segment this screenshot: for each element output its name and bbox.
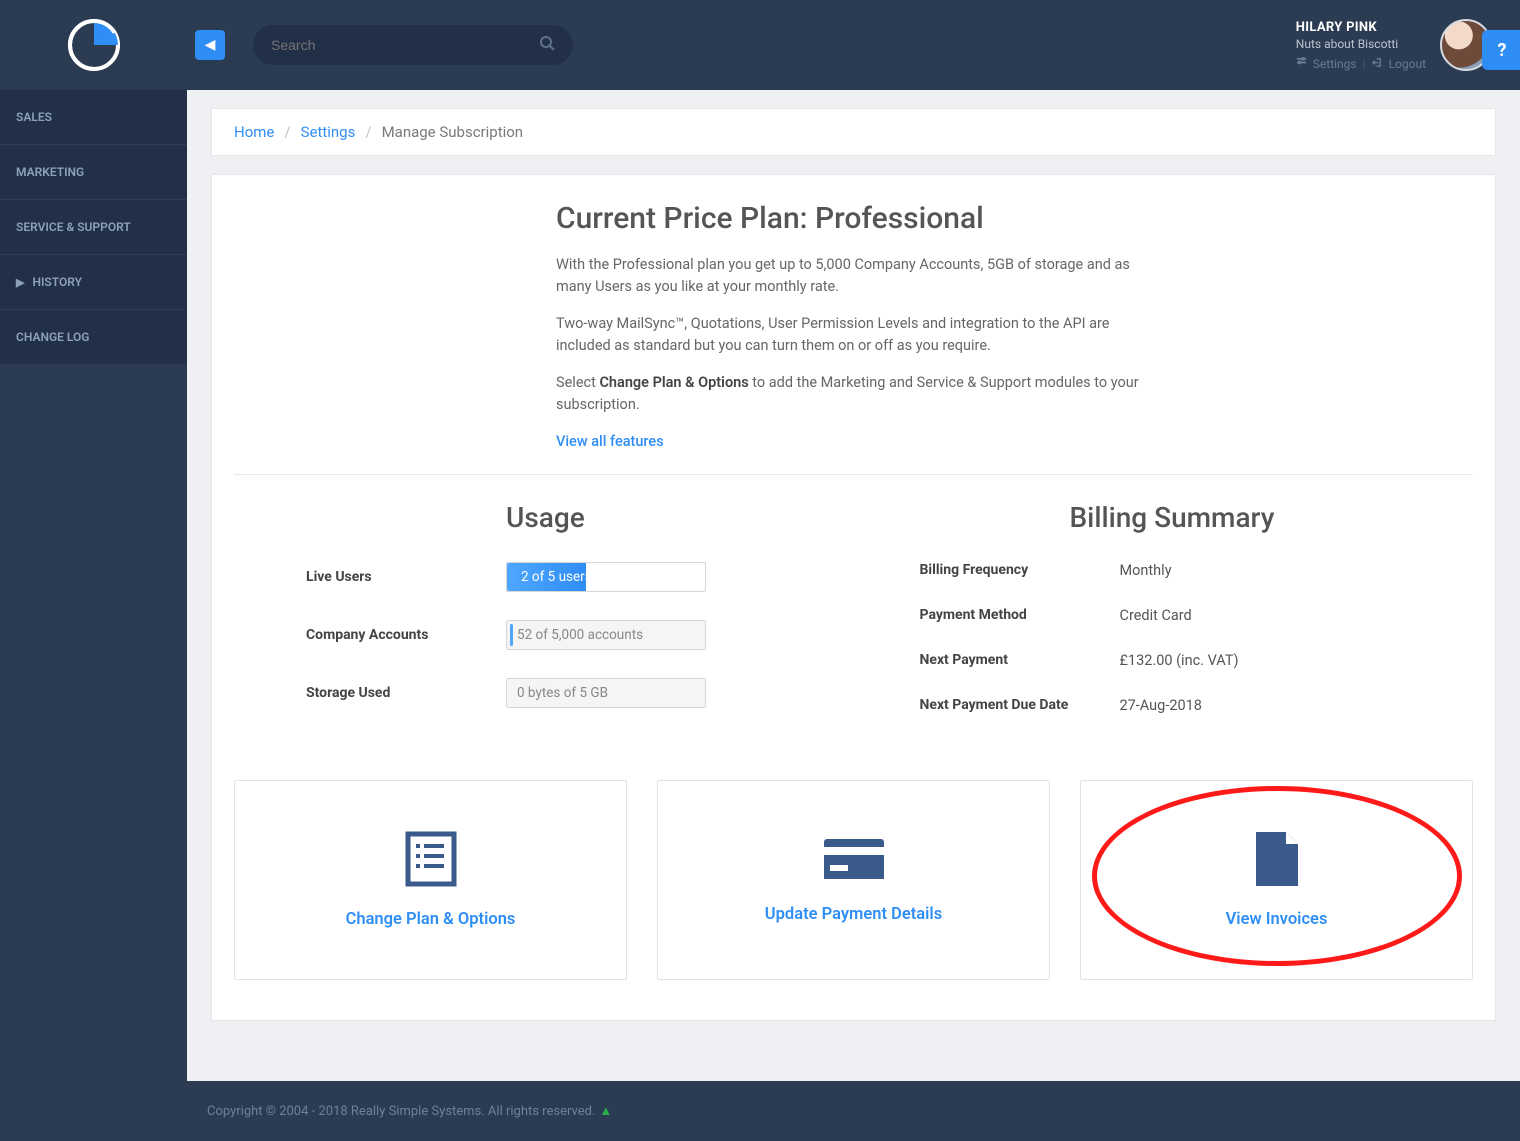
change-plan-card[interactable]: Change Plan & Options <box>234 780 627 980</box>
accounts-meter: 52 of 5,000 accounts <box>506 620 706 650</box>
payment-method-value: Credit Card <box>1120 607 1192 624</box>
nav-sales[interactable]: SALES <box>0 90 187 145</box>
topbar: ◀ HILARY PINK Nuts about Biscotti Settin… <box>187 0 1520 90</box>
chevron-left-icon: ◀ <box>205 37 216 53</box>
plan-desc-2: Two-way MailSync™, Quotations, User Perm… <box>556 313 1166 358</box>
help-icon: ? <box>1498 40 1507 61</box>
accounts-text: 52 of 5,000 accounts <box>517 627 643 643</box>
settings-link[interactable]: Settings <box>1313 57 1357 71</box>
app-logo-icon <box>66 17 122 73</box>
credit-card-icon <box>822 835 886 887</box>
billing-frequency-label: Billing Frequency <box>920 562 1120 578</box>
accounts-label: Company Accounts <box>306 627 506 643</box>
user-block: HILARY PINK Nuts about Biscotti Settings… <box>1296 19 1492 71</box>
view-all-features-link[interactable]: View all features <box>556 433 664 450</box>
document-icon <box>1252 830 1302 892</box>
storage-text: 0 bytes of 5 GB <box>517 685 608 701</box>
update-payment-card[interactable]: Update Payment Details <box>657 780 1050 980</box>
view-invoices-label: View Invoices <box>1226 910 1328 929</box>
status-up-icon: ▲ <box>599 1103 612 1119</box>
page-title: Current Price Plan: Professional <box>556 201 1473 236</box>
footer: Copyright © 2004 - 2018 Really Simple Sy… <box>187 1081 1520 1141</box>
search-box[interactable] <box>253 25 573 65</box>
breadcrumb-home[interactable]: Home <box>234 123 274 141</box>
logo <box>0 0 187 90</box>
plan-desc-3: Select Change Plan & Options to add the … <box>556 372 1166 417</box>
nav-history[interactable]: ▶ HISTORY <box>0 255 187 310</box>
breadcrumb: Home / Settings / Manage Subscription <box>211 108 1496 156</box>
user-company: Nuts about Biscotti <box>1296 37 1426 51</box>
settings-icon <box>1296 57 1307 71</box>
user-name: HILARY PINK <box>1296 20 1426 35</box>
search-input[interactable] <box>271 37 539 53</box>
next-payment-due-label: Next Payment Due Date <box>920 697 1120 713</box>
list-icon <box>402 830 460 892</box>
nav-marketing[interactable]: MARKETING <box>0 145 187 200</box>
next-payment-due-value: 27-Aug-2018 <box>1120 697 1202 714</box>
next-payment-label: Next Payment <box>920 652 1120 668</box>
change-plan-label: Change Plan & Options <box>346 910 516 929</box>
next-payment-value: £132.00 (inc. VAT) <box>1120 652 1239 669</box>
sidebar: SALES MARKETING SERVICE & SUPPORT ▶ HIST… <box>0 0 187 1141</box>
billing-frequency-value: Monthly <box>1120 562 1172 579</box>
storage-label: Storage Used <box>306 685 506 701</box>
chevron-right-icon: ▶ <box>16 276 24 289</box>
search-icon <box>539 35 555 55</box>
breadcrumb-settings[interactable]: Settings <box>301 123 356 141</box>
nav-service-support[interactable]: SERVICE & SUPPORT <box>0 200 187 255</box>
logout-link[interactable]: Logout <box>1389 57 1426 71</box>
billing-title: Billing Summary <box>920 501 1474 534</box>
plan-desc-1: With the Professional plan you get up to… <box>556 254 1166 299</box>
live-users-text: 2 of 5 users <box>517 569 592 585</box>
update-payment-label: Update Payment Details <box>765 905 942 924</box>
payment-method-label: Payment Method <box>920 607 1120 623</box>
view-invoices-card[interactable]: View Invoices <box>1080 780 1473 980</box>
logout-icon <box>1372 57 1383 71</box>
live-users-meter: 2 of 5 users <box>506 562 706 592</box>
breadcrumb-current: Manage Subscription <box>382 123 524 141</box>
nav-change-log[interactable]: CHANGE LOG <box>0 310 187 365</box>
storage-meter: 0 bytes of 5 GB <box>506 678 706 708</box>
collapse-sidebar-button[interactable]: ◀ <box>195 30 225 60</box>
help-button[interactable]: ? <box>1482 30 1520 70</box>
usage-title: Usage <box>306 501 860 534</box>
live-users-label: Live Users <box>306 569 506 585</box>
